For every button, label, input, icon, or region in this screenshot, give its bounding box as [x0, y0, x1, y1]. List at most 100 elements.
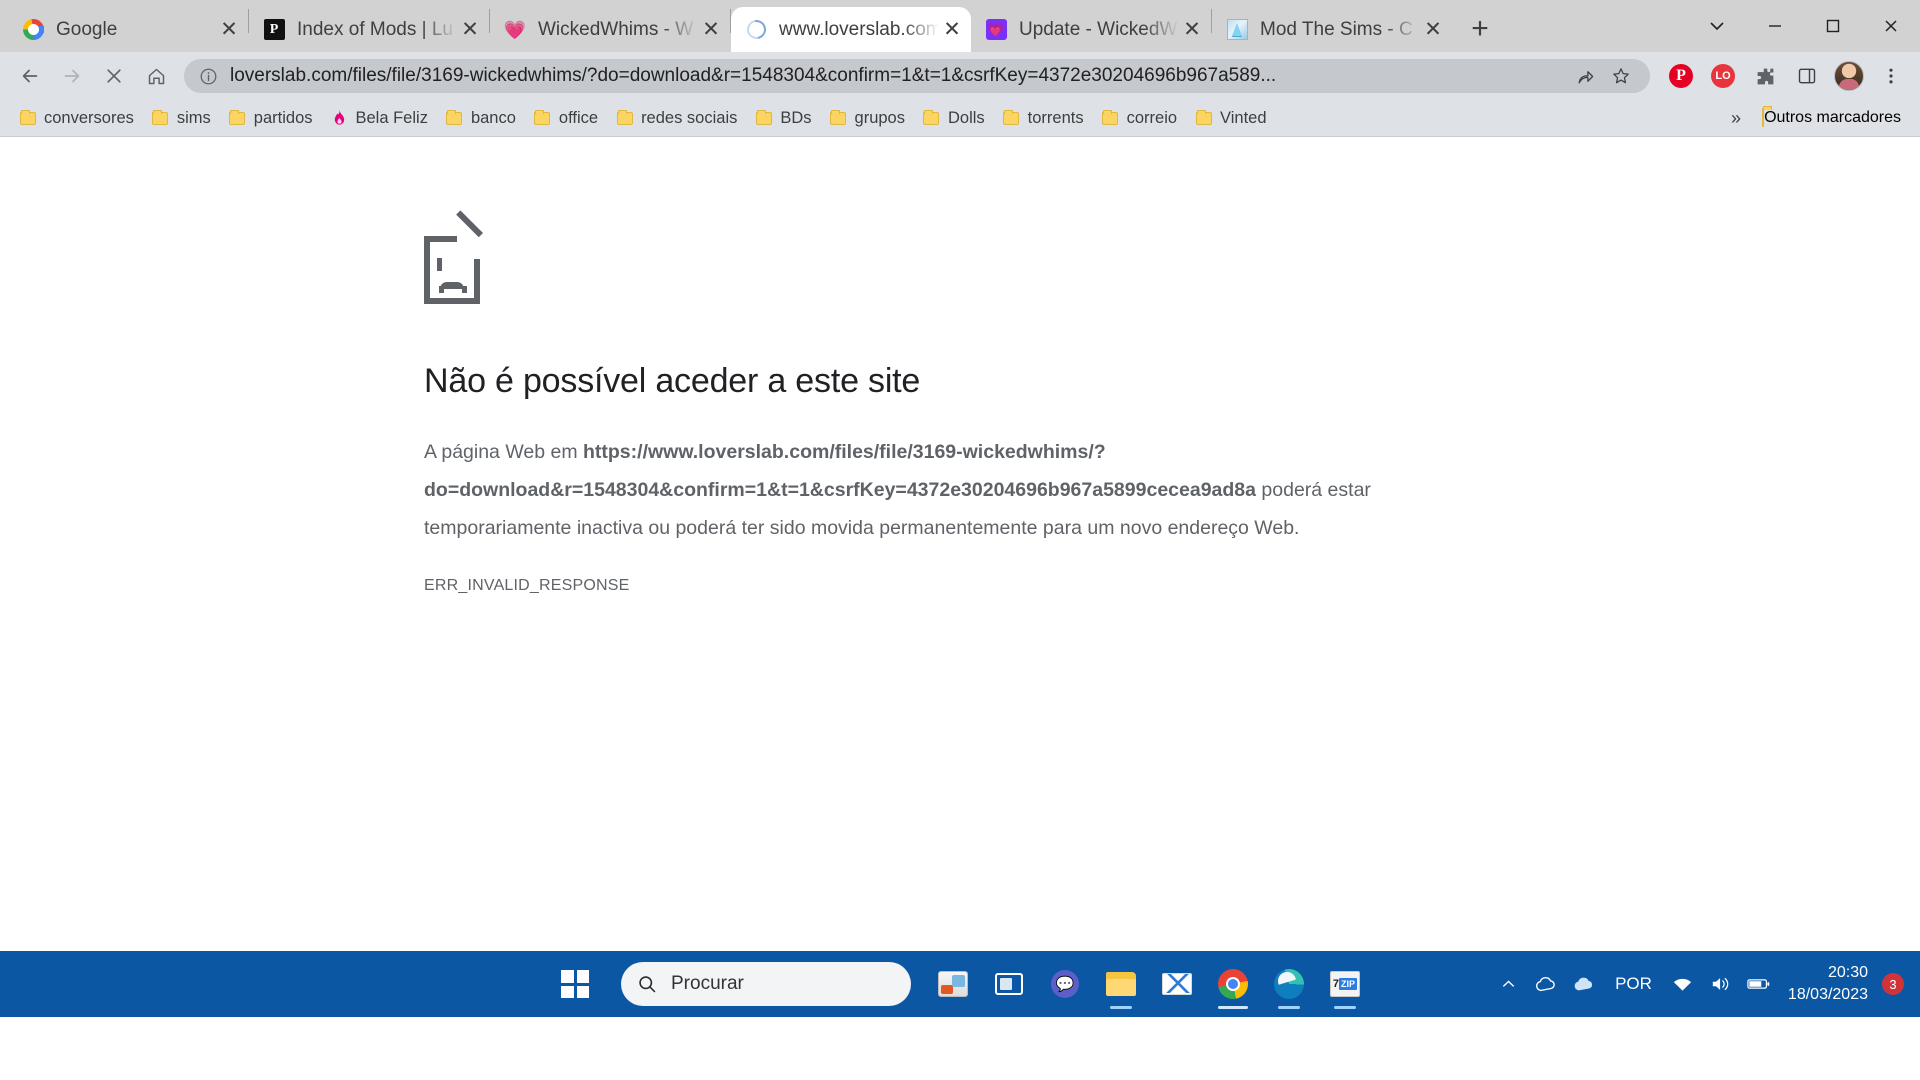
windows-taskbar: Procurar 💬 7 ZIP POR 20:30 18/03/2023 3 [0, 951, 1920, 1017]
clock-time: 20:30 [1827, 964, 1868, 982]
browser-tab-update-wickedwhims[interactable]: 💗 Update - WickedW ✕ [971, 7, 1211, 52]
sad-document-icon [424, 210, 483, 304]
bookmark-partidos[interactable]: partidos [220, 104, 322, 132]
new-tab-button[interactable]: + [1460, 9, 1500, 49]
wickedwhims-icon: 💗 [503, 19, 527, 40]
share-icon[interactable] [1570, 61, 1600, 91]
tab-close-button[interactable]: ✕ [1420, 17, 1446, 43]
lastpass-extension-icon[interactable]: LO [1704, 57, 1742, 95]
error-desc-prefix: A página Web em [424, 441, 583, 463]
url-text[interactable]: loverslab.com/files/file/3169-wickedwhim… [230, 65, 1564, 87]
puzzle-extensions-icon[interactable] [1746, 57, 1784, 95]
loading-spinner-icon [742, 16, 770, 43]
profile-avatar[interactable] [1830, 57, 1868, 95]
bookmark-label: Dolls [947, 108, 985, 127]
bookmark-star-icon[interactable] [1606, 61, 1636, 91]
7zip-icon: 7 ZIP [1330, 971, 1360, 997]
folder-icon [534, 109, 551, 127]
info-circle-icon[interactable] [198, 66, 218, 86]
cloud-sync-icon[interactable] [1565, 962, 1603, 1006]
maximize-button[interactable] [1804, 0, 1862, 52]
folder-icon [830, 109, 847, 127]
search-icon [637, 974, 657, 994]
google-icon [22, 19, 44, 41]
bookmark-banco[interactable]: banco [437, 104, 525, 132]
tab-close-button[interactable]: ✕ [457, 17, 483, 43]
pinterest-extension-icon[interactable]: P [1662, 57, 1700, 95]
folder-icon [229, 109, 246, 127]
patreon-icon: P [263, 19, 285, 41]
browser-tab-loverslab-active[interactable]: www.loverslab.com ✕ [731, 7, 971, 52]
volume-icon[interactable] [1702, 962, 1740, 1006]
bookmarks-overflow-button[interactable]: » [1723, 108, 1749, 129]
task-view-icon [995, 973, 1023, 995]
mail-icon [1162, 973, 1192, 995]
bookmark-redes-sociais[interactable]: redes sociais [607, 104, 746, 132]
bookmark-correio[interactable]: correio [1093, 104, 1186, 132]
tab-search-chevron-down-icon[interactable] [1688, 0, 1746, 52]
bookmark-label: BDs [780, 108, 812, 127]
browser-tab-wickedwhims[interactable]: 💗 WickedWhims - W ✕ [490, 7, 730, 52]
folder-icon [616, 109, 633, 127]
bookmark-label: correio [1126, 108, 1178, 127]
close-button[interactable] [1862, 0, 1920, 52]
taskbar-app-mail[interactable] [1149, 956, 1205, 1012]
taskbar-app-teams[interactable]: 💬 [1037, 956, 1093, 1012]
bookmark-label: torrents [1027, 108, 1084, 127]
teams-icon: 💬 [1051, 970, 1079, 998]
battery-icon[interactable] [1740, 962, 1778, 1006]
folder-icon [1762, 108, 1765, 127]
browser-tab-google[interactable]: Google ✕ [8, 7, 248, 52]
folder-icon [755, 109, 772, 127]
taskbar-search-box[interactable]: Procurar [621, 962, 911, 1006]
side-panel-icon[interactable] [1788, 57, 1826, 95]
bookmark-sims[interactable]: sims [143, 104, 220, 132]
other-bookmarks-button[interactable]: Outros marcadores [1753, 104, 1910, 132]
bookmark-vinted[interactable]: Vinted [1186, 104, 1276, 132]
onedrive-cloud-icon[interactable] [1527, 962, 1565, 1006]
bookmark-office[interactable]: office [525, 104, 607, 132]
tab-title: Google [56, 18, 118, 40]
notification-badge[interactable]: 3 [1882, 973, 1904, 995]
taskbar-app-edge[interactable] [1261, 956, 1317, 1012]
folder-icon [152, 109, 169, 127]
language-indicator[interactable]: POR [1603, 974, 1664, 994]
browser-tab-index-of-mods[interactable]: P Index of Mods | Lu ✕ [249, 7, 489, 52]
bookmark-dolls[interactable]: Dolls [914, 104, 994, 132]
chrome-menu-button[interactable] [1872, 57, 1910, 95]
wifi-icon[interactable] [1664, 962, 1702, 1006]
bookmark-label: office [558, 108, 599, 127]
bookmark-label: redes sociais [641, 108, 738, 127]
back-button[interactable] [10, 56, 50, 96]
tab-close-button[interactable]: ✕ [939, 17, 965, 43]
taskbar-app-paint[interactable] [925, 956, 981, 1012]
start-button[interactable] [547, 956, 603, 1012]
show-hidden-icons-chevron-up-icon[interactable] [1489, 962, 1527, 1006]
tab-title: WickedWhims - W [538, 18, 694, 40]
edge-icon [1274, 969, 1304, 999]
taskbar-app-7zip[interactable]: 7 ZIP [1317, 956, 1373, 1012]
bookmark-grupos[interactable]: grupos [821, 104, 914, 132]
bookmark-label: Bela Feliz [355, 108, 428, 127]
browser-tab-mod-the-sims[interactable]: Mod The Sims - C ✕ [1212, 7, 1452, 52]
address-bar[interactable]: loverslab.com/files/file/3169-wickedwhim… [184, 59, 1650, 93]
folder-icon [1195, 109, 1212, 127]
tab-close-button[interactable]: ✕ [216, 17, 242, 43]
tab-close-button[interactable]: ✕ [698, 17, 724, 43]
minimize-button[interactable] [1746, 0, 1804, 52]
taskbar-app-chrome[interactable] [1205, 956, 1261, 1012]
stop-loading-button[interactable] [94, 56, 134, 96]
bookmark-torrents[interactable]: torrents [994, 104, 1093, 132]
modthesims-icon [1226, 19, 1248, 41]
bookmark-conversores[interactable]: conversores [10, 104, 143, 132]
tab-title: www.loverslab.com [779, 18, 939, 40]
taskbar-clock[interactable]: 20:30 18/03/2023 [1778, 962, 1880, 1005]
bookmark-bela-feliz[interactable]: Bela Feliz [322, 104, 437, 132]
home-button[interactable] [136, 56, 176, 96]
bookmark-bds[interactable]: BDs [746, 104, 820, 132]
taskbar-app-file-explorer[interactable] [1093, 956, 1149, 1012]
tab-close-button[interactable]: ✕ [1179, 17, 1205, 43]
forward-button[interactable] [52, 56, 92, 96]
system-tray: POR 20:30 18/03/2023 3 [1489, 962, 1908, 1006]
taskbar-app-task-view[interactable] [981, 956, 1037, 1012]
